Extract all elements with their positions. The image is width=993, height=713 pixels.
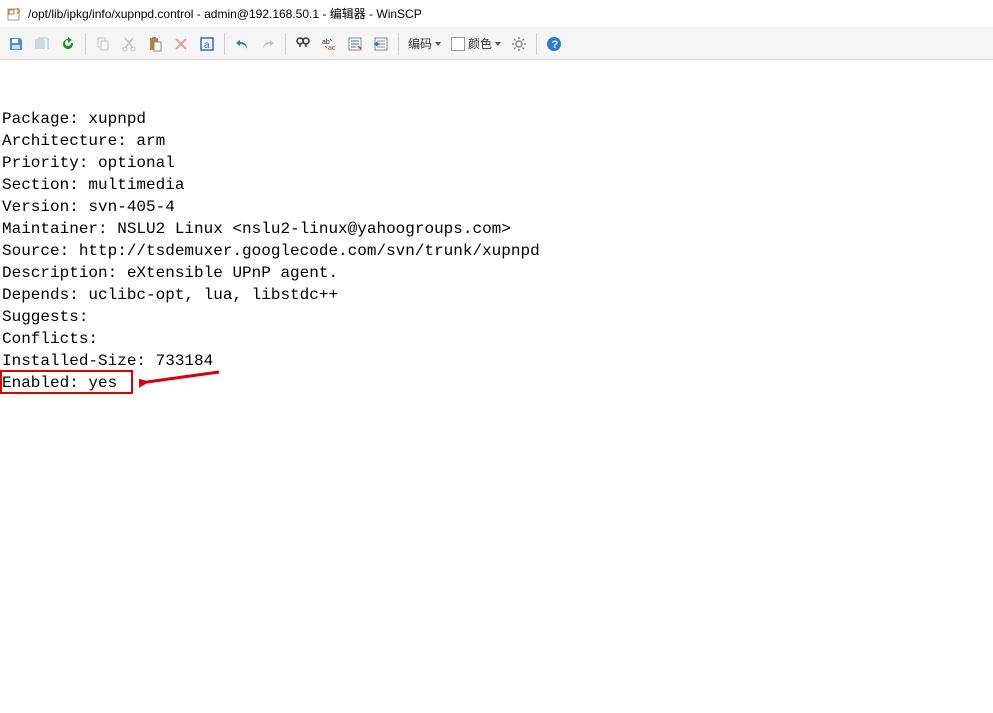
app-icon xyxy=(6,6,22,22)
editor-line[interactable]: Description: eXtensible UPnP agent. xyxy=(2,262,991,284)
editor-line[interactable]: Enabled: yes xyxy=(2,372,991,394)
save-all-button[interactable] xyxy=(30,32,54,56)
color-dropdown[interactable]: 颜色 xyxy=(447,32,505,56)
caret-icon xyxy=(435,42,441,46)
separator xyxy=(536,33,537,55)
caret-icon xyxy=(495,42,501,46)
editor-line[interactable]: Maintainer: NSLU2 Linux <nslu2-linux@yah… xyxy=(2,218,991,240)
cut-button[interactable] xyxy=(117,32,141,56)
paste-button[interactable] xyxy=(143,32,167,56)
svg-text:a: a xyxy=(204,40,210,51)
titlebar: /opt/lib/ipkg/info/xupnpd.control - admi… xyxy=(0,0,993,28)
separator xyxy=(398,33,399,55)
editor-line[interactable]: Source: http://tsdemuxer.googlecode.com/… xyxy=(2,240,991,262)
encoding-dropdown[interactable]: 编码 xyxy=(404,32,445,56)
color-label: 颜色 xyxy=(468,35,492,52)
delete-button[interactable] xyxy=(169,32,193,56)
settings-button[interactable] xyxy=(507,32,531,56)
redo-button[interactable] xyxy=(256,32,280,56)
goto-button[interactable] xyxy=(343,32,367,56)
separator xyxy=(224,33,225,55)
editor-line[interactable]: Section: multimedia xyxy=(2,174,991,196)
svg-text:ac: ac xyxy=(328,45,336,52)
copy-button[interactable] xyxy=(91,32,115,56)
editor-line[interactable]: Priority: optional xyxy=(2,152,991,174)
editor-line[interactable]: Installed-Size: 733184 xyxy=(2,350,991,372)
svg-text:?: ? xyxy=(552,39,559,51)
find-button[interactable] xyxy=(291,32,315,56)
goto-line-button[interactable] xyxy=(369,32,393,56)
editor-line[interactable]: Conflicts: xyxy=(2,328,991,350)
separator xyxy=(85,33,86,55)
editor-line[interactable]: Package: xupnpd xyxy=(2,108,991,130)
reload-button[interactable] xyxy=(56,32,80,56)
editor-line[interactable]: Depends: uclibc-opt, lua, libstdc++ xyxy=(2,284,991,306)
encoding-label: 编码 xyxy=(408,35,432,52)
editor-line[interactable]: Architecture: arm xyxy=(2,130,991,152)
text-editor[interactable]: Package: xupnpdArchitecture: armPriority… xyxy=(0,60,993,398)
editor-line[interactable]: Suggests: xyxy=(2,306,991,328)
select-all-button[interactable]: a xyxy=(195,32,219,56)
save-button[interactable] xyxy=(4,32,28,56)
replace-button[interactable]: abac xyxy=(317,32,341,56)
undo-button[interactable] xyxy=(230,32,254,56)
editor-line[interactable]: Version: svn-405-4 xyxy=(2,196,991,218)
toolbar: a abac 编码 颜色 ? xyxy=(0,28,993,60)
separator xyxy=(285,33,286,55)
color-swatch xyxy=(451,37,465,51)
window-title: /opt/lib/ipkg/info/xupnpd.control - admi… xyxy=(28,5,422,22)
help-button[interactable]: ? xyxy=(542,32,566,56)
